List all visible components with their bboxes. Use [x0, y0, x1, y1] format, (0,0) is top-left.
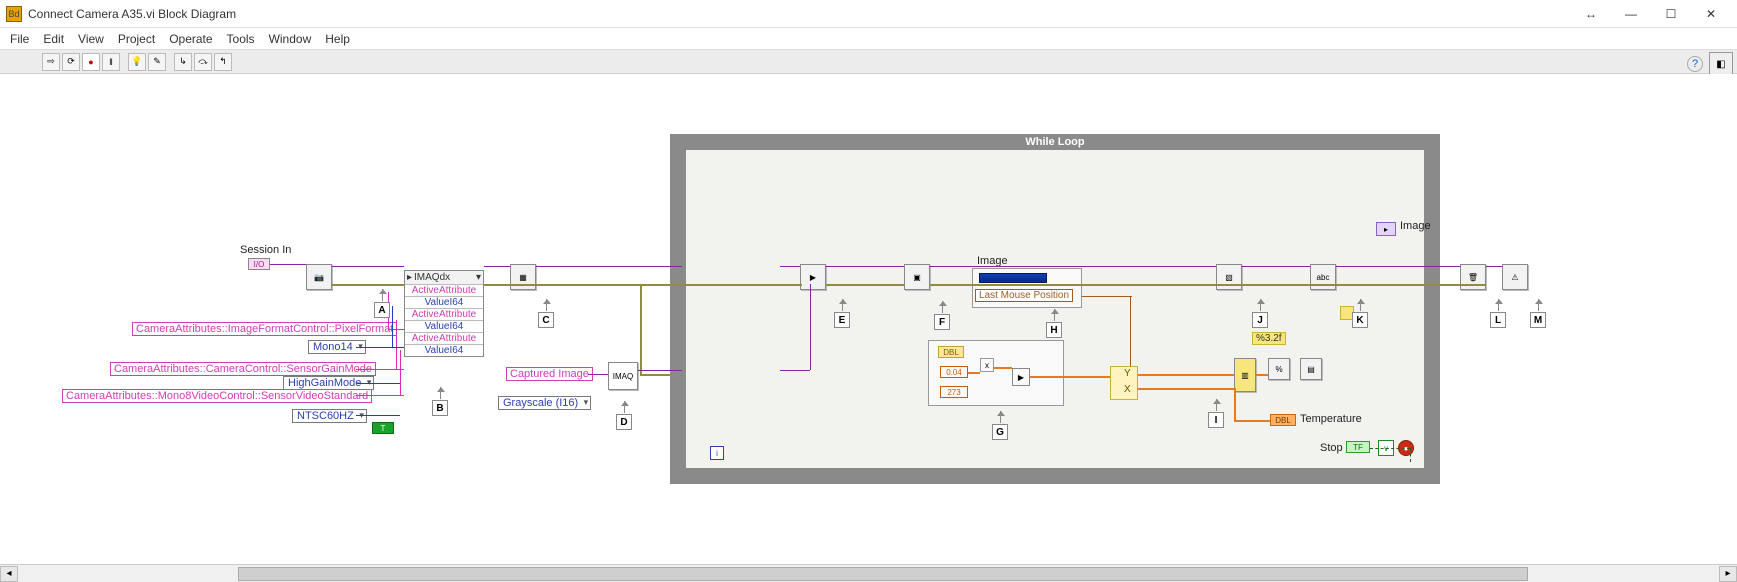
- image-display-node[interactable]: ▣: [904, 264, 930, 290]
- step-into-button[interactable]: ↳: [174, 53, 192, 71]
- true-constant: T: [372, 422, 394, 434]
- vi-icon[interactable]: ◧: [1709, 52, 1733, 76]
- iteration-terminal: i: [710, 446, 724, 460]
- imaqdx-open-node[interactable]: 📷: [306, 264, 332, 290]
- multiply-node: x: [980, 358, 994, 372]
- stop-terminal[interactable]: TF: [1346, 441, 1370, 453]
- subtract-node: ▶: [1012, 368, 1030, 386]
- callout-f: F: [934, 314, 950, 330]
- block-diagram-canvas[interactable]: Session In I/O 📷 CameraAttributes::Image…: [0, 74, 1737, 574]
- grayscale-dropdown[interactable]: Grayscale (I16): [498, 396, 591, 410]
- menu-file[interactable]: File: [10, 32, 29, 46]
- image-indicator-bar: [979, 273, 1047, 283]
- callout-d: D: [616, 414, 632, 430]
- callout-a: A: [374, 302, 390, 318]
- imaqdx-close-node[interactable]: 🗑: [1460, 264, 1486, 290]
- menu-help[interactable]: Help: [325, 32, 350, 46]
- window-title: Connect Camera A35.vi Block Diagram: [28, 7, 236, 21]
- callout-m: M: [1530, 312, 1546, 328]
- context-help-icon[interactable]: ?: [1687, 56, 1703, 72]
- imaqdx-row-0: ActiveAttribute: [405, 284, 483, 296]
- imaqdx-row-5: ValueI64: [405, 344, 483, 356]
- callout-g: G: [992, 424, 1008, 440]
- step-out-button[interactable]: ↰: [214, 53, 232, 71]
- imaqdx-configure-node[interactable]: ▦: [510, 264, 536, 290]
- maximize-button[interactable]: ☐: [1651, 2, 1691, 26]
- toolbar: ⇨ ⟳ ● ‖ 💡 ✎ ↳ ⤼ ↰: [0, 50, 1737, 74]
- callout-i: I: [1208, 412, 1224, 428]
- run-button[interactable]: ⇨: [42, 53, 60, 71]
- menu-tools[interactable]: Tools: [227, 32, 255, 46]
- retain-wire-button[interactable]: ✎: [148, 53, 166, 71]
- extract-pixel-node[interactable]: ▧: [1216, 264, 1242, 290]
- image-out-terminal[interactable]: ▸: [1376, 222, 1396, 236]
- imaqdx-header: IMAQdx: [414, 272, 450, 283]
- step-over-button[interactable]: ⤼: [194, 53, 212, 71]
- captured-image-label: Captured Image: [506, 367, 593, 381]
- scroll-right-button[interactable]: ▸: [1719, 566, 1737, 582]
- ntsc-dropdown[interactable]: NTSC60HZ: [292, 409, 367, 423]
- titlebar: Bd Connect Camera A35.vi Block Diagram ↔…: [0, 0, 1737, 28]
- imaqdx-row-2: ActiveAttribute: [405, 308, 483, 320]
- imaqdx-row-4: ActiveAttribute: [405, 332, 483, 344]
- callout-b: B: [432, 400, 448, 416]
- format-string: %3.2f: [1252, 332, 1286, 345]
- app-icon: Bd: [6, 6, 22, 22]
- horizontal-scrollbar[interactable]: ◂ ▸: [0, 564, 1737, 582]
- format-value-node[interactable]: %: [1268, 358, 1290, 380]
- attr-pixelformat: CameraAttributes::ImageFormatControl::Pi…: [132, 322, 397, 336]
- callout-e: E: [834, 312, 850, 328]
- close-button[interactable]: ✕: [1691, 2, 1731, 26]
- pause-button[interactable]: ‖: [102, 53, 120, 71]
- menubar: File Edit View Project Operate Tools Win…: [0, 28, 1737, 50]
- last-mouse-label: Last Mouse Position: [975, 289, 1073, 302]
- y-terminal: Y: [1124, 368, 1131, 379]
- menu-window[interactable]: Window: [269, 32, 312, 46]
- callout-k: K: [1352, 312, 1368, 328]
- scrollbar-thumb[interactable]: [238, 567, 1528, 581]
- scale-constant: 0.04: [940, 366, 968, 378]
- bundle-node[interactable]: ▥: [1234, 358, 1256, 392]
- menu-project[interactable]: Project: [118, 32, 155, 46]
- session-in-terminal[interactable]: I/O: [248, 258, 270, 270]
- temperature-terminal-type: DBL: [1270, 414, 1296, 426]
- imaqdx-row-3: ValueI64: [405, 320, 483, 332]
- image-indicator-box: Image Last Mouse Position: [972, 268, 1082, 308]
- x-terminal: X: [1124, 384, 1131, 395]
- abort-button[interactable]: ●: [82, 53, 100, 71]
- callout-h: H: [1046, 322, 1062, 338]
- imaqdx-property-node[interactable]: ▸IMAQdx▾ ActiveAttribute ValueI64 Active…: [404, 270, 484, 357]
- callout-l: L: [1490, 312, 1506, 328]
- error-handler-node[interactable]: ⚠: [1502, 264, 1528, 290]
- temperature-label: Temperature: [1300, 413, 1362, 425]
- imaq-create-node[interactable]: IMAQ: [608, 362, 638, 390]
- attr-gainmode: CameraAttributes::CameraControl::SensorG…: [110, 362, 376, 376]
- callout-c: C: [538, 312, 554, 328]
- while-loop-title: While Loop: [686, 134, 1424, 150]
- stop-label: Stop: [1320, 442, 1343, 454]
- format-node[interactable]: abc: [1310, 264, 1336, 290]
- callout-j: J: [1252, 312, 1268, 328]
- menu-view[interactable]: View: [78, 32, 104, 46]
- run-continuous-button[interactable]: ⟳: [62, 53, 80, 71]
- scroll-left-button[interactable]: ◂: [0, 566, 18, 582]
- session-in-label: Session In: [240, 244, 291, 256]
- menu-operate[interactable]: Operate: [169, 32, 212, 46]
- image-out-label: Image: [1400, 220, 1431, 232]
- imaqdx-snap-node[interactable]: ▶: [800, 264, 826, 290]
- resize-icon[interactable]: ↔: [1571, 2, 1611, 26]
- imaqdx-row-1: ValueI64: [405, 296, 483, 308]
- attr-videostd: CameraAttributes::Mono8VideoControl::Sen…: [62, 389, 372, 403]
- offset-constant: 273: [940, 386, 968, 398]
- minimize-button[interactable]: —: [1611, 2, 1651, 26]
- dbl-type-cast: DBL: [938, 346, 964, 358]
- overlay-text-node[interactable]: ▤: [1300, 358, 1322, 380]
- menu-edit[interactable]: Edit: [43, 32, 64, 46]
- highlight-exec-button[interactable]: 💡: [128, 53, 146, 71]
